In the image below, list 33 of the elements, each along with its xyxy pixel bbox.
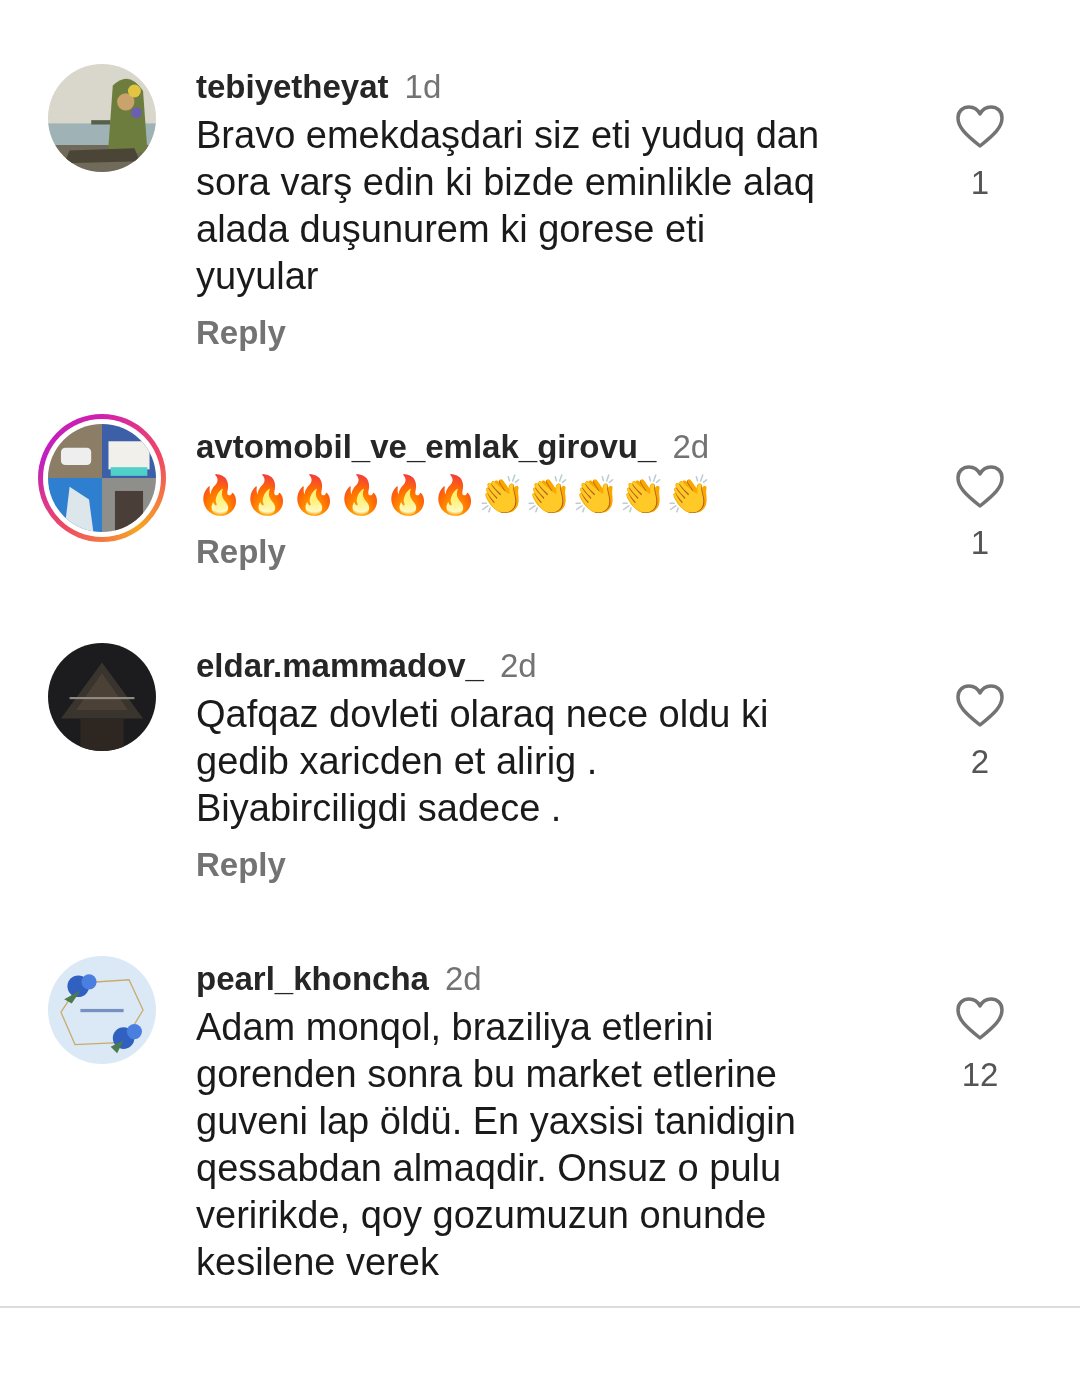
timestamp: 2d: [444, 960, 482, 998]
like-count: 12: [961, 1056, 999, 1094]
heart-icon[interactable]: [955, 683, 1005, 729]
reply-button[interactable]: Reply: [196, 314, 286, 352]
comment-text-line: Bravo emekdaşdari siz eti yuduq dan: [196, 113, 821, 158]
comment-text-line: gedib xaricden et alirig .: [196, 739, 599, 784]
comment-text-line: kesilene verek: [196, 1240, 440, 1285]
comment-text-line: alada duşunurem ki gorese eti: [196, 207, 707, 252]
comment-text-line: qessabdan almaqdir. Onsuz o pulu: [196, 1146, 783, 1191]
like-count: 2: [970, 743, 990, 781]
username[interactable]: eldar.mammadov_: [196, 647, 484, 685]
like-count: 1: [970, 524, 990, 562]
comment-text-line: Biyabirciligdi sadece .: [196, 786, 563, 831]
comment-text-line: guveni lap öldü. En yaxsisi tanidigin: [196, 1099, 797, 1144]
comment-text-line: veririkde, qoy gozumuzun onunde: [196, 1193, 768, 1238]
timestamp: 2d: [672, 428, 710, 466]
comment-text-line: 🔥🔥🔥🔥🔥🔥👏👏👏👏👏: [196, 473, 714, 518]
timestamp: 1d: [404, 68, 442, 106]
heart-icon[interactable]: [955, 464, 1005, 510]
comment-text-line: yuyular: [196, 254, 320, 299]
like-count: 1: [970, 164, 990, 202]
heart-icon[interactable]: [955, 996, 1005, 1042]
reply-button[interactable]: Reply: [196, 846, 286, 884]
username[interactable]: pearl_khoncha: [196, 960, 429, 998]
timestamp: 2d: [500, 647, 537, 685]
comment-text-line: sora varş edin ki bizde eminlikle alaq: [196, 160, 816, 205]
username[interactable]: tebiyetheyat: [196, 68, 389, 106]
heart-icon[interactable]: [955, 104, 1005, 150]
comment-text-line: Adam monqol, braziliya etlerini: [196, 1005, 715, 1050]
username[interactable]: avtomobil_ve_emlak_girovu_: [196, 428, 657, 466]
comment-text-line: gorenden sonra bu market etlerine: [196, 1052, 778, 1097]
comment-text-line: Qafqaz dovleti olaraq nece oldu ki: [196, 692, 770, 737]
reply-button[interactable]: Reply: [196, 533, 286, 571]
